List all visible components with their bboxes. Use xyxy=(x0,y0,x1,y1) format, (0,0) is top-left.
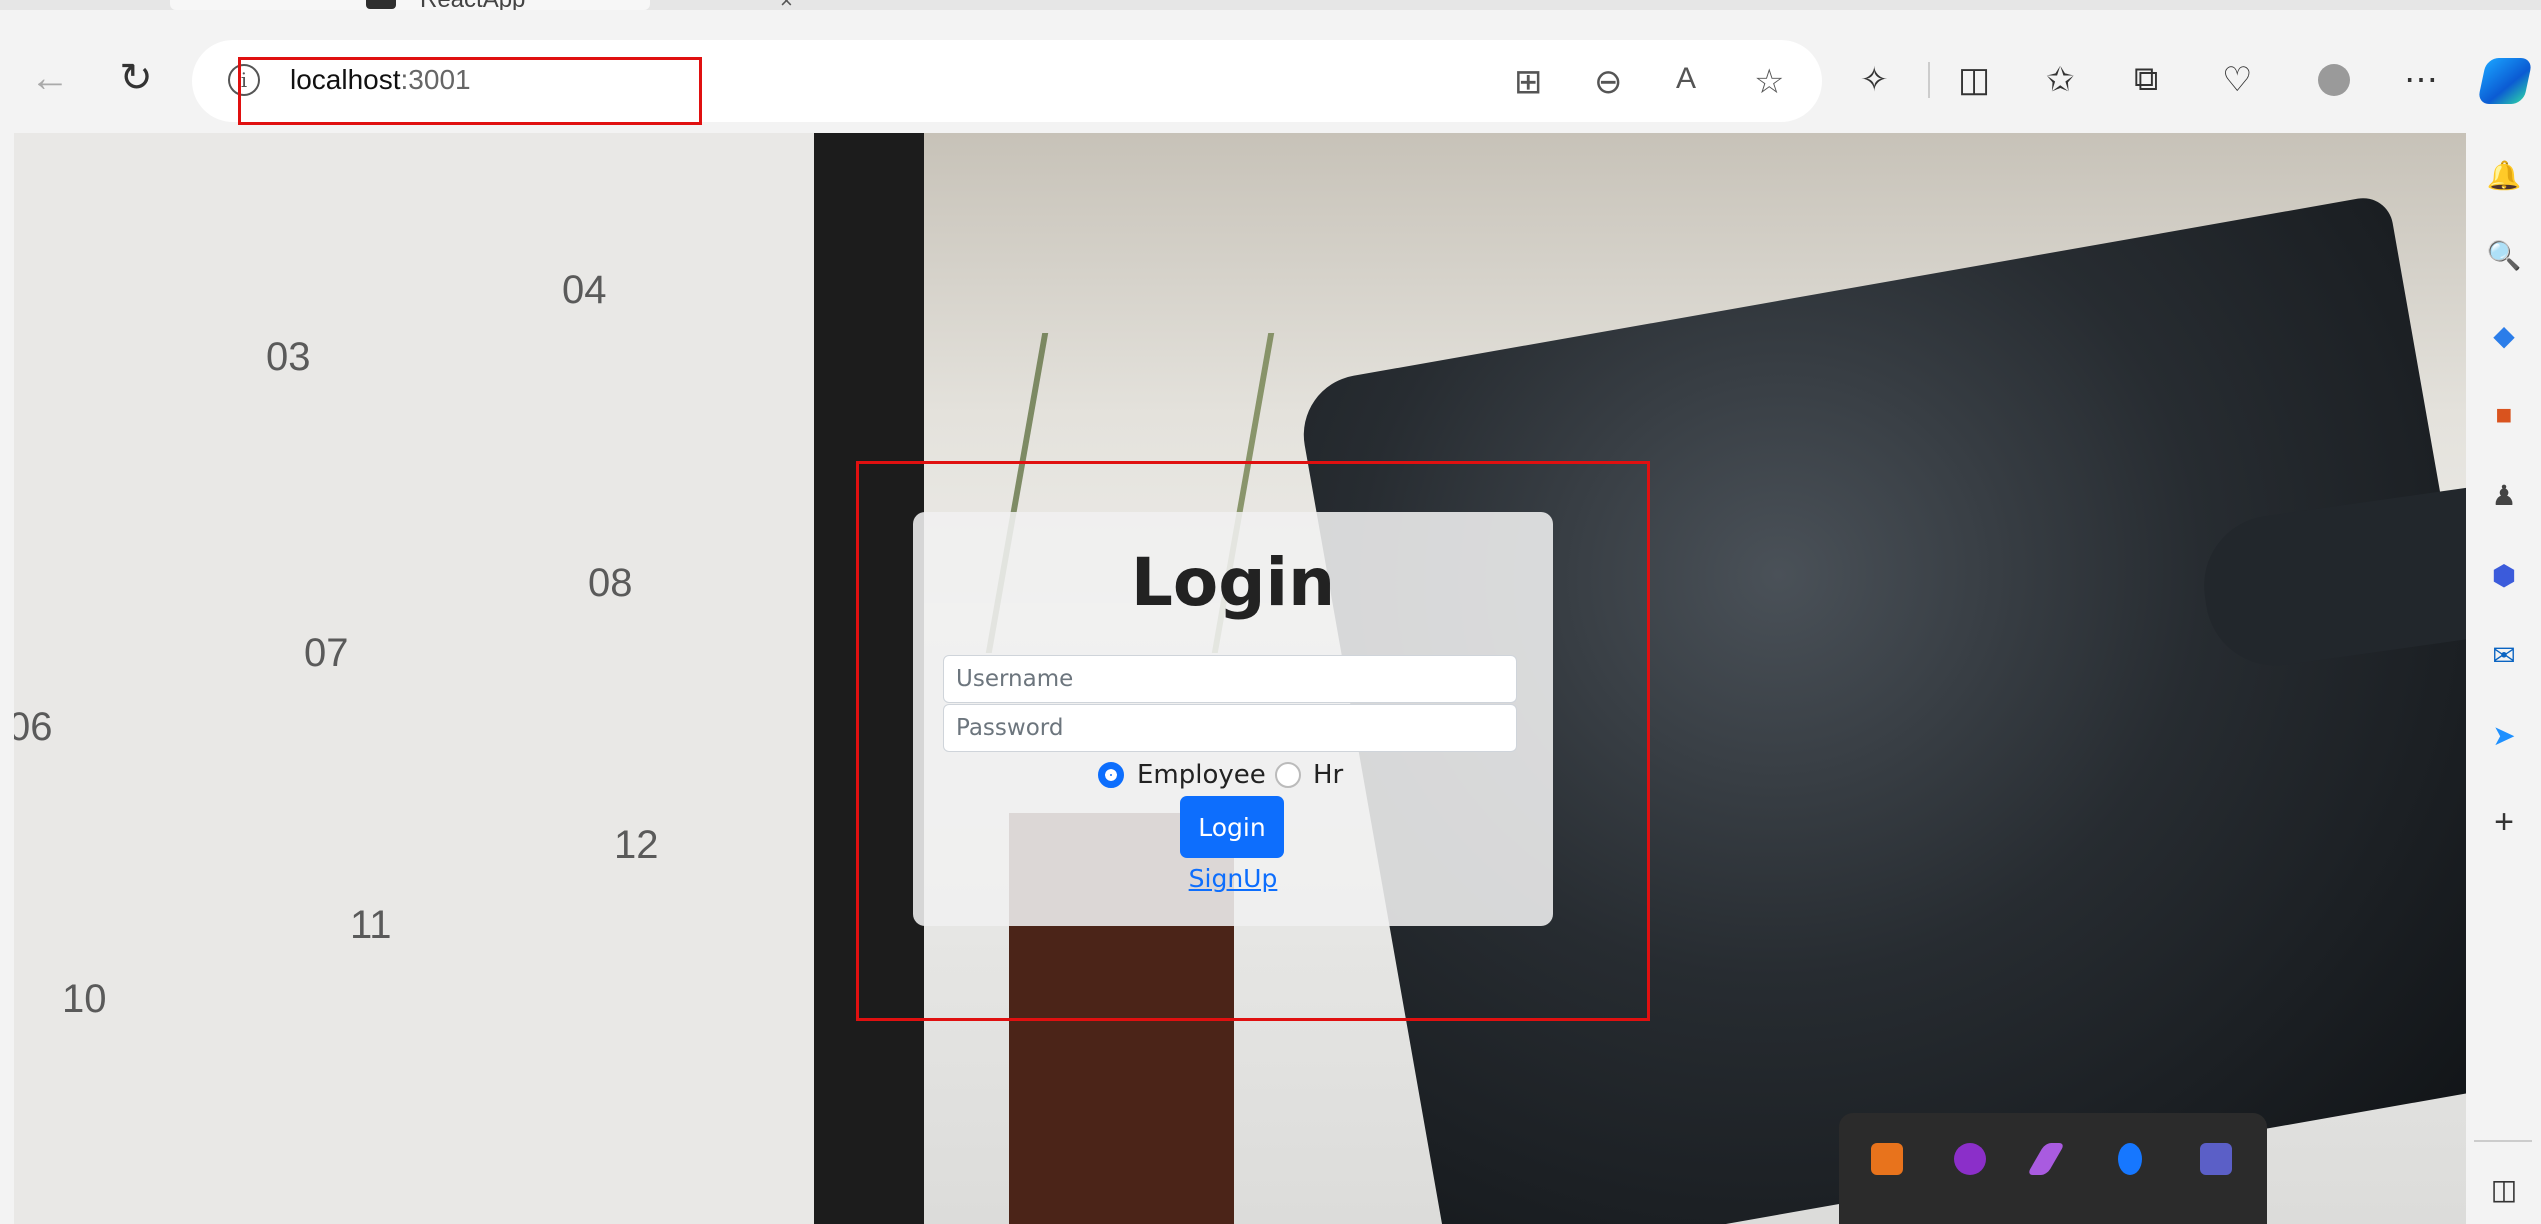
add-icon[interactable]: + xyxy=(2487,803,2521,841)
employee-label: Employee xyxy=(1137,760,1266,790)
back-icon[interactable]: ← xyxy=(20,48,80,108)
profile-icon[interactable] xyxy=(2318,64,2350,96)
login-title: Login xyxy=(1130,544,1336,621)
calendar-month-label: 04 xyxy=(562,268,607,312)
username-input[interactable] xyxy=(943,655,1517,703)
calendar-month-label: 10 xyxy=(62,977,107,1021)
tab-active[interactable]: ReactApp × xyxy=(170,0,793,13)
tray-app-icon[interactable] xyxy=(1954,1143,1986,1175)
shopping-icon[interactable]: ◆ xyxy=(2487,318,2521,352)
signup-link[interactable]: SignUp xyxy=(913,864,1553,893)
refresh-icon[interactable]: ↻ xyxy=(106,48,166,108)
app-available-icon[interactable]: ⊞ xyxy=(1514,62,1543,102)
extensions-icon[interactable]: ✧ xyxy=(1860,60,1889,100)
calendar-month-label: 06 xyxy=(14,705,53,749)
games-icon[interactable]: ♟ xyxy=(2487,478,2521,512)
tab-strip: ReactApp × xyxy=(0,0,2541,13)
favorite-icon[interactable]: ☆ xyxy=(1754,62,1784,102)
calendar-month-label: 07 xyxy=(304,631,349,675)
collections-icon[interactable]: ⧉ xyxy=(2134,60,2158,99)
read-aloud-icon[interactable]: A xyxy=(1676,62,1696,96)
calendar-month-label: 03 xyxy=(266,335,311,379)
more-icon[interactable]: ⋯ xyxy=(2404,60,2438,100)
calendar-month-label: 08 xyxy=(588,561,633,605)
search-icon[interactable]: 🔍 xyxy=(2487,238,2522,272)
outlook-icon[interactable]: ✉ xyxy=(2487,638,2521,672)
sidebar-divider xyxy=(2474,1140,2532,1142)
url-highlight-box xyxy=(238,57,702,125)
favorites-icon[interactable]: ✩ xyxy=(2046,60,2075,100)
hr-radio[interactable] xyxy=(1275,762,1301,788)
drop-icon[interactable]: ➤ xyxy=(2487,718,2521,752)
zoom-out-icon[interactable]: ⊖ xyxy=(1594,62,1623,102)
login-button[interactable]: Login xyxy=(1180,796,1284,858)
java-icon[interactable] xyxy=(1871,1143,1903,1175)
split-screen-icon[interactable]: ◫ xyxy=(1958,60,1990,100)
notifications-icon[interactable]: 🔔 xyxy=(2487,158,2522,192)
calendar-month-label: 12 xyxy=(614,823,659,867)
role-selector: Employee Hr xyxy=(913,758,1553,794)
login-card: Login Employee Hr Login SignUp xyxy=(913,512,1553,926)
tab-favicon-icon xyxy=(366,0,396,9)
calendar-month-label: 11 xyxy=(350,903,392,947)
teams-icon[interactable] xyxy=(2200,1143,2232,1175)
microsoft365-icon[interactable]: ⬢ xyxy=(2487,558,2521,592)
password-input[interactable] xyxy=(943,704,1517,752)
bg-calendar-image: 03 04 07 08 06 11 12 10 xyxy=(14,133,844,1224)
sidebar-toggle-icon[interactable]: ◫ xyxy=(2487,1172,2521,1206)
edge-sidebar xyxy=(2466,133,2541,1224)
toolbar-separator xyxy=(1928,62,1930,98)
tools-icon[interactable]: ■ xyxy=(2487,398,2521,432)
hr-label: Hr xyxy=(1313,760,1344,790)
bluetooth-icon[interactable] xyxy=(2118,1143,2142,1175)
employee-radio[interactable] xyxy=(1098,762,1124,788)
browser-essentials-icon[interactable]: ♡ xyxy=(2222,60,2252,100)
